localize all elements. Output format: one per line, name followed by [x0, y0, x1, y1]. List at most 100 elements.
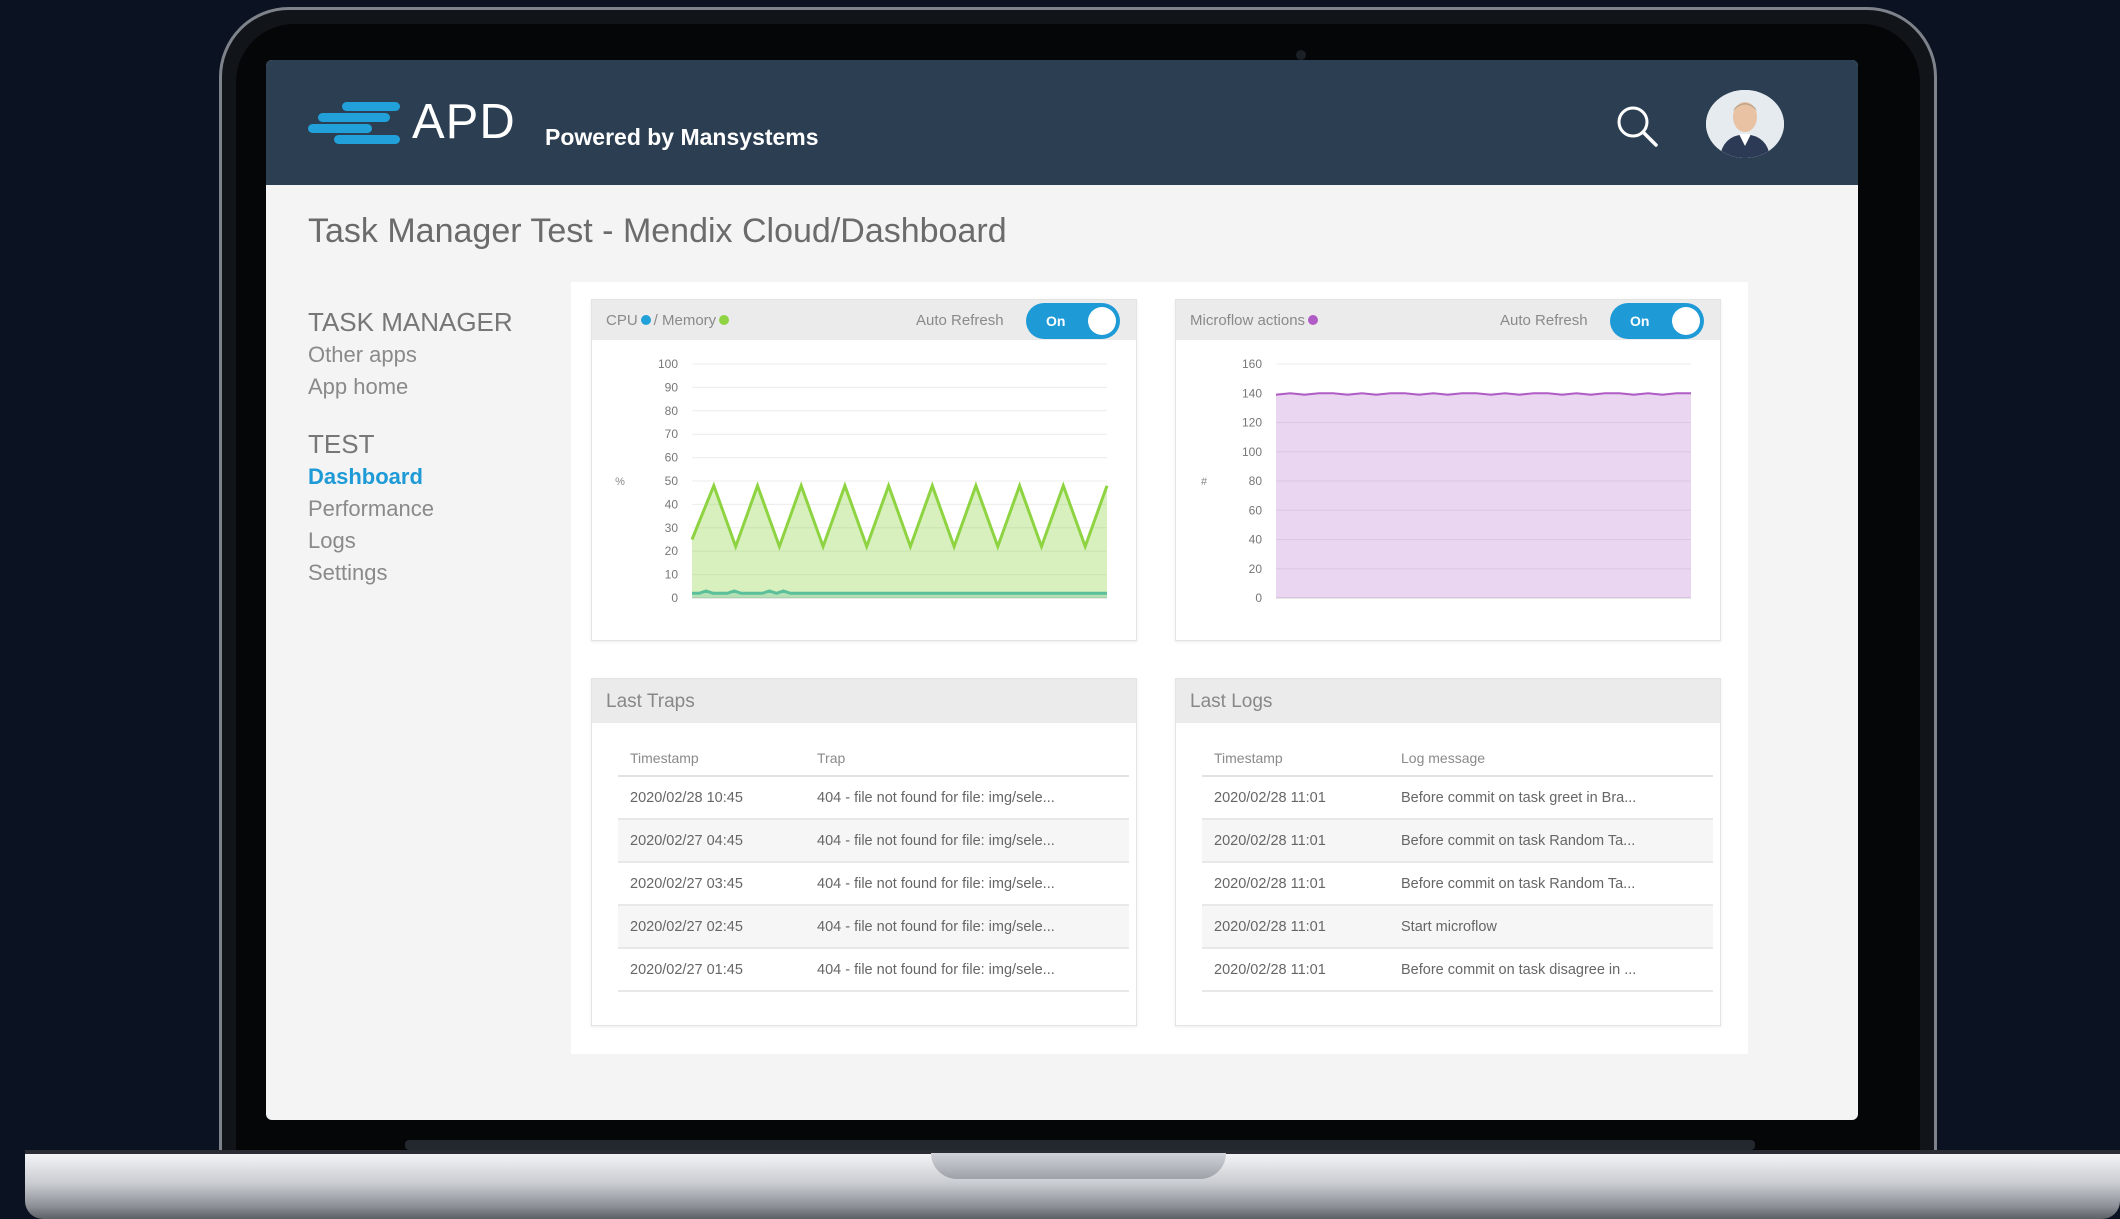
log-timestamp: 2020/02/28 11:01: [1202, 948, 1389, 992]
traps-table: Timestamp Trap 2020/02/28 10:45 404 - fil…: [618, 741, 1129, 992]
table-row[interactable]: 2020/02/28 11:01 Before commit on task Ra…: [1202, 862, 1713, 906]
microflow-series-area: [1276, 393, 1691, 598]
search-icon: [1617, 106, 1658, 147]
log-message: Before commit on task Random Ta...: [1401, 875, 1636, 892]
table-row[interactable]: 2020/02/28 11:01 Before commit on task Ra…: [1202, 819, 1713, 863]
y-tick-label: 160: [1242, 357, 1262, 371]
camera-icon: [1296, 50, 1306, 60]
trap-message: 404 - file not found for file: img/sele.…: [817, 789, 1055, 806]
auto-refresh-label: Auto Refresh: [1500, 312, 1588, 329]
memory-dot-icon: [719, 315, 730, 325]
toggle-on-label: On: [1630, 313, 1650, 329]
trap-timestamp: 2020/02/27 02:45: [618, 905, 805, 949]
y-tick-label: 20: [665, 544, 679, 558]
trap-timestamp: 2020/02/27 04:45: [618, 819, 805, 863]
y-tick-label: 80: [665, 404, 679, 418]
search-button[interactable]: [1614, 103, 1660, 149]
microflow-series-line: [1275, 392, 1691, 396]
y-tick-label: 10: [665, 568, 679, 582]
y-tick-label: 30: [665, 521, 679, 535]
last-logs-header: Last Logs: [1176, 679, 1720, 723]
cpu-memory-chart: 1009080706050403020100%: [615, 357, 1109, 605]
table-row[interactable]: 2020/02/28 10:45 404 - file not found for…: [618, 776, 1129, 820]
microflow-legend: Microflow actions: [1190, 312, 1321, 329]
memory-legend-label: / Memory: [653, 312, 717, 329]
page-title: Task Manager Test - Mendix Cloud/Dashboa…: [308, 212, 1007, 250]
trap-message: 404 - file not found for file: img/sele.…: [817, 918, 1055, 935]
y-tick-label: 140: [1242, 386, 1262, 400]
top-header: APD Powered by Mansystems: [266, 60, 1858, 185]
nav-item-logs[interactable]: Logs: [308, 525, 513, 557]
nav-item-app-home[interactable]: App home: [308, 371, 513, 403]
toggle-on-label: On: [1046, 313, 1066, 329]
cpu-memory-card: CPU / Memory Auto Refresh On 100 90 80 70 60 5…: [591, 299, 1137, 641]
y-tick-label: 100: [658, 357, 678, 371]
table-row[interactable]: 2020/02/28 11:01 Start microflow: [1202, 905, 1713, 949]
y-tick-label: 50: [665, 474, 679, 488]
nav-item-performance[interactable]: Performance: [308, 493, 513, 525]
nav-section-task-manager: TASK MANAGER: [308, 307, 513, 337]
avatar-icon: [1706, 90, 1784, 158]
auto-refresh-toggle[interactable]: On: [1026, 303, 1120, 339]
logs-table: Timestamp Log message 2020/02/28 11:01 Be…: [1202, 741, 1713, 992]
table-row[interactable]: 2020/02/27 04:45 404 - file not found for…: [618, 819, 1129, 863]
cpu-legend-label: CPU: [606, 312, 638, 329]
nav-item-dashboard[interactable]: Dashboard: [308, 461, 513, 493]
trap-message: 404 - file not found for file: img/sele.…: [817, 832, 1055, 849]
side-nav: TASK MANAGER Other apps App home TEST Da…: [308, 305, 513, 589]
trap-timestamp: 2020/02/28 10:45: [618, 776, 805, 820]
last-logs-card: Last Logs Timestamp Log message 2020/02/…: [1175, 678, 1721, 1026]
y-tick-label: 40: [1249, 533, 1263, 547]
log-message: Before commit on task greet in Bra...: [1401, 789, 1637, 806]
col-timestamp: Timestamp: [618, 741, 805, 777]
brand-name: APD: [412, 95, 516, 149]
table-row[interactable]: 2020/02/27 01:45 404 - file not found for…: [618, 948, 1129, 992]
y-tick-label: 40: [665, 497, 679, 511]
toggle-knob: [1088, 307, 1116, 335]
y-tick-label: 60: [665, 451, 679, 465]
laptop-hinge: [405, 1140, 1755, 1150]
cpu-card-header: CPU / Memory Auto Refresh On: [592, 300, 1136, 340]
nav-item-other-apps[interactable]: Other apps: [308, 339, 513, 371]
y-tick-label: 90: [665, 380, 679, 394]
col-trap: Trap: [805, 741, 1129, 777]
nav-item-settings[interactable]: Settings: [308, 557, 513, 589]
brand-tagline: Powered by Mansystems: [545, 124, 819, 150]
y-tick-label: 20: [1249, 562, 1263, 576]
microflow-card: Microflow actions Auto Refresh On 160 140…: [1175, 299, 1721, 641]
microflow-dot-icon: [1308, 315, 1319, 325]
log-timestamp: 2020/02/28 11:01: [1202, 776, 1389, 820]
nav-section-test: TEST: [308, 429, 375, 459]
last-logs-title: Last Logs: [1190, 691, 1273, 712]
last-traps-title: Last Traps: [606, 691, 695, 712]
col-timestamp: Timestamp: [1202, 741, 1389, 777]
microflow-card-header: Microflow actions Auto Refresh On: [1176, 300, 1720, 340]
last-traps-card: Last Traps Timestamp Trap 2020/02/28 10:…: [591, 678, 1137, 1026]
y-tick-label: 100: [1242, 445, 1262, 459]
log-timestamp: 2020/02/28 11:01: [1202, 862, 1389, 906]
y-tick-label: 120: [1242, 416, 1262, 430]
auto-refresh-toggle[interactable]: On: [1610, 303, 1704, 339]
trap-message: 404 - file not found for file: img/sele.…: [817, 961, 1055, 978]
y-tick-label: 60: [1249, 503, 1263, 517]
dashboard-panel: CPU / Memory Auto Refresh On 100 90 80 70 60 5…: [571, 282, 1748, 1054]
y-tick-label: 0: [1255, 591, 1262, 605]
cpu-dot-icon: [640, 315, 651, 325]
laptop-notch: [931, 1153, 1226, 1179]
trap-message: 404 - file not found for file: img/sele.…: [817, 875, 1055, 892]
auto-refresh-label: Auto Refresh: [916, 312, 1004, 329]
table-row[interactable]: 2020/02/28 11:01 Before commit on task di…: [1202, 948, 1713, 992]
table-row[interactable]: 2020/02/27 03:45 404 - file not found for…: [618, 862, 1129, 906]
log-message: Before commit on task disagree in ...: [1401, 961, 1637, 978]
table-row[interactable]: 2020/02/27 02:45 404 - file not found for…: [618, 905, 1129, 949]
cpu-memory-legend: CPU / Memory: [606, 312, 732, 329]
y-tick-label: 0: [671, 591, 678, 605]
table-row[interactable]: 2020/02/28 11:01 Before commit on task gr…: [1202, 776, 1713, 820]
last-traps-header: Last Traps: [592, 679, 1136, 723]
trap-timestamp: 2020/02/27 01:45: [618, 948, 805, 992]
toggle-knob: [1672, 307, 1700, 335]
log-message: Before commit on task Random Ta...: [1401, 832, 1636, 849]
y-tick-label: 70: [665, 427, 679, 441]
col-log-message: Log message: [1389, 741, 1713, 777]
user-avatar[interactable]: [1706, 90, 1784, 158]
